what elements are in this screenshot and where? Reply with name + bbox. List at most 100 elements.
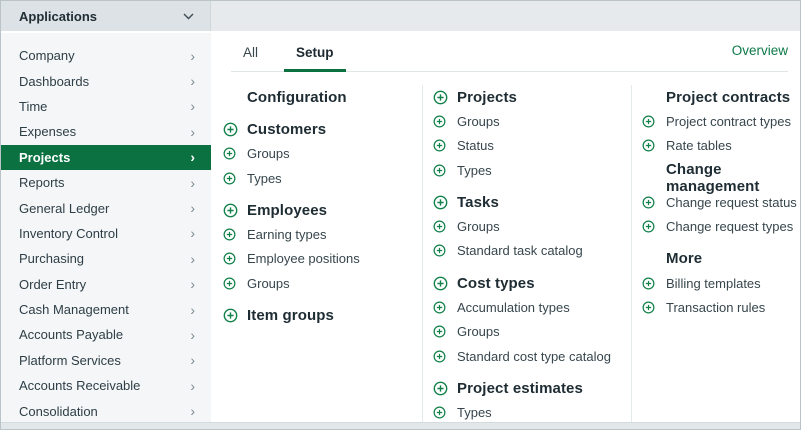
menu-header-item-groups[interactable]: Item groups	[223, 303, 422, 327]
menu-item-label: Groups	[247, 146, 290, 161]
plus-circle-icon[interactable]	[433, 90, 448, 105]
plus-circle-icon[interactable]	[433, 195, 448, 210]
menu-section-tasks: TasksGroupsStandard task catalog	[433, 190, 631, 263]
icon-slot	[223, 147, 247, 160]
plus-circle-icon[interactable]	[223, 147, 236, 160]
sidebar: Company›Dashboards›Time›Expenses›Project…	[1, 31, 211, 422]
sidebar-item-platform-services[interactable]: Platform Services›	[1, 348, 211, 373]
sidebar-item-consolidation[interactable]: Consolidation›	[1, 398, 211, 423]
sidebar-item-time[interactable]: Time›	[1, 94, 211, 119]
menu-header-label: Change management	[666, 161, 800, 195]
plus-circle-icon[interactable]	[433, 115, 446, 128]
plus-circle-icon[interactable]	[223, 228, 236, 241]
setup-menu: ConfigurationCustomersGroupsTypesEmploye…	[211, 72, 800, 422]
sidebar-item-cash-management[interactable]: Cash Management›	[1, 297, 211, 322]
overview-link[interactable]: Overview	[732, 43, 788, 71]
menu-header-label: Customers	[247, 121, 326, 138]
menu-item-standard-cost-type-catalog[interactable]: Standard cost type catalog	[433, 344, 631, 368]
sidebar-item-label: Consolidation	[19, 404, 98, 419]
menu-item-label: Groups	[457, 114, 500, 129]
icon-slot	[642, 220, 666, 233]
menu-header-cost-types[interactable]: Cost types	[433, 271, 631, 295]
plus-circle-icon[interactable]	[223, 308, 238, 323]
menu-header-projects[interactable]: Projects	[433, 85, 631, 109]
menu-item-groups[interactable]: Groups	[433, 214, 631, 238]
plus-circle-icon[interactable]	[223, 252, 236, 265]
menu-item-types[interactable]: Types	[433, 158, 631, 182]
plus-circle-icon[interactable]	[642, 220, 655, 233]
sidebar-item-purchasing[interactable]: Purchasing›	[1, 246, 211, 271]
sidebar-item-reports[interactable]: Reports›	[1, 170, 211, 195]
icon-slot	[642, 301, 666, 314]
icon-slot	[223, 203, 247, 218]
menu-header-employees[interactable]: Employees	[223, 198, 422, 222]
sidebar-item-expenses[interactable]: Expenses›	[1, 119, 211, 144]
plus-circle-icon[interactable]	[433, 406, 446, 419]
menu-item-groups[interactable]: Groups	[223, 142, 422, 166]
menu-item-employee-positions[interactable]: Employee positions	[223, 247, 422, 271]
icon-slot	[642, 139, 666, 152]
plus-circle-icon[interactable]	[433, 301, 446, 314]
menu-section-item-groups: Item groups	[223, 303, 422, 327]
menu-item-groups[interactable]: Groups	[433, 109, 631, 133]
sidebar-item-general-ledger[interactable]: General Ledger›	[1, 195, 211, 220]
menu-item-earning-types[interactable]: Earning types	[223, 222, 422, 246]
plus-circle-icon[interactable]	[642, 139, 655, 152]
plus-circle-icon[interactable]	[433, 381, 448, 396]
chevron-right-icon: ›	[190, 303, 195, 317]
chevron-down-icon	[183, 13, 194, 20]
plus-circle-icon[interactable]	[642, 301, 655, 314]
plus-circle-icon[interactable]	[433, 139, 446, 152]
plus-circle-icon[interactable]	[433, 276, 448, 291]
plus-circle-icon[interactable]	[433, 350, 446, 363]
menu-item-change-request-types[interactable]: Change request types	[642, 214, 800, 238]
icon-slot	[433, 164, 457, 177]
menu-item-rate-tables[interactable]: Rate tables	[642, 134, 800, 158]
sidebar-item-projects[interactable]: Projects›	[1, 145, 211, 170]
menu-header-label: Project estimates	[457, 380, 583, 397]
sidebar-item-order-entry[interactable]: Order Entry›	[1, 272, 211, 297]
plus-circle-icon[interactable]	[642, 277, 655, 290]
tab-setup[interactable]: Setup	[284, 37, 346, 71]
menu-header-project-estimates[interactable]: Project estimates	[433, 376, 631, 400]
plus-circle-icon[interactable]	[433, 244, 446, 257]
applications-menu-toggle[interactable]: Applications	[1, 1, 211, 31]
menu-item-label: Change request types	[666, 219, 793, 234]
plus-circle-icon[interactable]	[642, 115, 655, 128]
plus-circle-icon[interactable]	[642, 196, 655, 209]
icon-slot	[433, 301, 457, 314]
menu-header-customers[interactable]: Customers	[223, 117, 422, 141]
plus-circle-icon[interactable]	[433, 164, 446, 177]
sidebar-item-accounts-payable[interactable]: Accounts Payable›	[1, 322, 211, 347]
sidebar-item-accounts-receivable[interactable]: Accounts Receivable›	[1, 373, 211, 398]
menu-item-label: Types	[457, 405, 492, 420]
menu-item-label: Accumulation types	[457, 300, 570, 315]
menu-item-status[interactable]: Status	[433, 134, 631, 158]
setup-menu-column: ConfigurationCustomersGroupsTypesEmploye…	[211, 85, 422, 422]
menu-item-billing-templates[interactable]: Billing templates	[642, 271, 800, 295]
menu-section-project-contracts: Project contractsProject contract typesR…	[642, 85, 800, 158]
plus-circle-icon[interactable]	[223, 203, 238, 218]
menu-header-tasks[interactable]: Tasks	[433, 190, 631, 214]
menu-item-types[interactable]: Types	[433, 401, 631, 422]
menu-item-groups[interactable]: Groups	[433, 320, 631, 344]
plus-circle-icon[interactable]	[223, 122, 238, 137]
menu-item-accumulation-types[interactable]: Accumulation types	[433, 295, 631, 319]
sidebar-item-company[interactable]: Company›	[1, 43, 211, 68]
plus-circle-icon[interactable]	[433, 325, 446, 338]
menu-item-types[interactable]: Types	[223, 166, 422, 190]
menu-item-transaction-rules[interactable]: Transaction rules	[642, 295, 800, 319]
chevron-right-icon: ›	[190, 328, 195, 342]
sidebar-item-inventory-control[interactable]: Inventory Control›	[1, 221, 211, 246]
plus-circle-icon[interactable]	[223, 277, 236, 290]
menu-item-project-contract-types[interactable]: Project contract types	[642, 109, 800, 133]
menu-item-label: Earning types	[247, 227, 327, 242]
plus-circle-icon[interactable]	[433, 220, 446, 233]
sidebar-item-dashboards[interactable]: Dashboards›	[1, 68, 211, 93]
menu-item-label: Change request status	[666, 195, 797, 210]
menu-item-groups[interactable]: Groups	[223, 271, 422, 295]
plus-circle-icon[interactable]	[223, 172, 236, 185]
tab-all[interactable]: All	[231, 37, 270, 71]
sidebar-item-label: Reports	[19, 175, 65, 190]
menu-item-standard-task-catalog[interactable]: Standard task catalog	[433, 239, 631, 263]
